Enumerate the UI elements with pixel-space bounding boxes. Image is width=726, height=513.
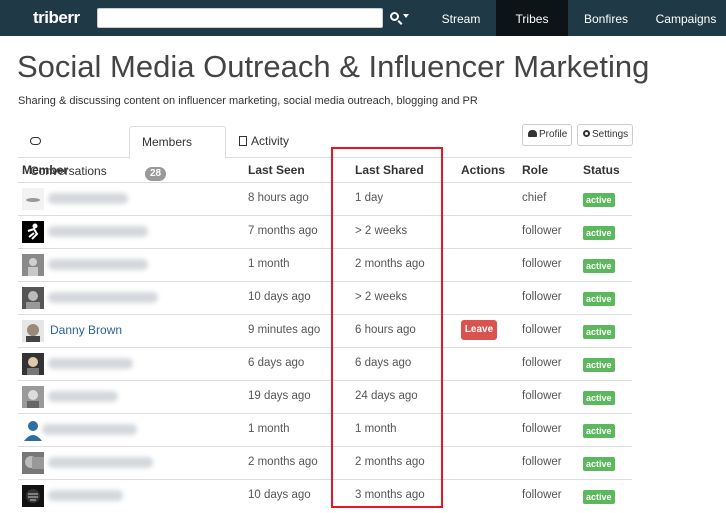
chevron-down-icon bbox=[403, 14, 409, 18]
member-name-blurred[interactable] bbox=[48, 457, 153, 468]
status-badge: active bbox=[583, 391, 615, 405]
role: follower bbox=[522, 324, 562, 336]
tab-label: Members bbox=[142, 135, 193, 149]
avatar[interactable] bbox=[22, 386, 44, 408]
member-name-blurred[interactable] bbox=[48, 292, 158, 303]
avatar[interactable] bbox=[22, 353, 44, 375]
avatar[interactable] bbox=[22, 221, 44, 243]
last-seen: 1 month bbox=[248, 423, 290, 435]
document-icon bbox=[239, 136, 247, 146]
status-badge: active bbox=[583, 490, 615, 504]
members-count-badge: 28 bbox=[145, 167, 167, 181]
member-name-blurred[interactable] bbox=[42, 424, 137, 435]
avatar[interactable] bbox=[22, 188, 44, 210]
avatar[interactable] bbox=[22, 320, 44, 342]
last-seen: 10 days ago bbox=[248, 291, 311, 303]
comments-icon bbox=[30, 137, 41, 145]
header-status[interactable]: Status bbox=[583, 163, 620, 177]
search-button[interactable] bbox=[390, 9, 409, 23]
table-row: 19 days ago 24 days ago follower active bbox=[18, 380, 632, 413]
triberr-logo[interactable]: triberr bbox=[33, 8, 80, 28]
tab-members[interactable]: Members 28 bbox=[129, 126, 226, 181]
table-row: 2 months ago 2 months ago follower activ… bbox=[18, 446, 632, 479]
table-row: 6 days ago 6 days ago follower active bbox=[18, 347, 632, 380]
member-name-blurred[interactable] bbox=[48, 259, 148, 270]
search-icon bbox=[390, 12, 399, 21]
role: follower bbox=[522, 456, 562, 468]
tab-label: Activity bbox=[251, 134, 290, 148]
last-seen: 19 days ago bbox=[248, 390, 311, 402]
table-row: 1 month 1 month follower active bbox=[18, 413, 632, 446]
member-name-blurred[interactable] bbox=[48, 391, 118, 402]
table-row: 10 days ago 3 months ago follower active bbox=[18, 479, 632, 512]
table-row: 8 hours ago 1 day chief active bbox=[18, 182, 632, 215]
role: follower bbox=[522, 390, 562, 402]
header-role[interactable]: Role bbox=[522, 163, 548, 177]
last-seen: 7 months ago bbox=[248, 225, 318, 237]
settings-button[interactable]: Settings bbox=[577, 124, 633, 146]
last-seen: 8 hours ago bbox=[248, 192, 309, 204]
leave-button[interactable]: Leave bbox=[461, 320, 497, 340]
member-name-link[interactable]: Danny Brown bbox=[50, 323, 122, 337]
button-label: Settings bbox=[592, 129, 629, 140]
member-name-blurred[interactable] bbox=[48, 226, 148, 237]
nav-tribes[interactable]: Tribes bbox=[496, 0, 568, 36]
nav-bonfires[interactable]: Bonfires bbox=[568, 0, 644, 36]
status-badge: active bbox=[583, 457, 615, 471]
table-row: Danny Brown 9 minutes ago 6 hours ago Le… bbox=[18, 314, 632, 347]
last-seen: 2 months ago bbox=[248, 456, 318, 468]
page-title: Social Media Outreach & Influencer Marke… bbox=[17, 49, 650, 84]
top-navbar: triberr Stream Tribes Bonfires Campaigns bbox=[0, 0, 726, 36]
avatar[interactable] bbox=[22, 254, 44, 276]
header-last-seen[interactable]: Last Seen bbox=[248, 163, 305, 177]
last-seen: 9 minutes ago bbox=[248, 324, 321, 336]
status-badge: active bbox=[583, 358, 615, 372]
role: chief bbox=[522, 192, 547, 204]
member-name-blurred[interactable] bbox=[48, 490, 123, 501]
status-badge: active bbox=[583, 226, 615, 240]
last-shared-highlight-box bbox=[331, 147, 443, 508]
status-badge: active bbox=[583, 193, 615, 207]
status-badge: active bbox=[583, 259, 615, 273]
last-seen: 1 month bbox=[248, 258, 290, 270]
avatar[interactable] bbox=[22, 419, 44, 441]
status-badge: active bbox=[583, 325, 615, 339]
avatar[interactable] bbox=[22, 287, 44, 309]
avatar[interactable] bbox=[22, 452, 44, 474]
search-input[interactable] bbox=[97, 8, 383, 28]
table-row: 7 months ago > 2 weeks follower active bbox=[18, 215, 632, 248]
last-seen: 10 days ago bbox=[248, 489, 311, 501]
profile-button[interactable]: Profile bbox=[522, 124, 572, 146]
button-label: Profile bbox=[539, 129, 568, 140]
page-subtitle: Sharing & discussing content on influenc… bbox=[18, 95, 478, 107]
header-actions: Actions bbox=[461, 163, 506, 177]
role: follower bbox=[522, 258, 562, 270]
table-row: 10 days ago > 2 weeks follower active bbox=[18, 281, 632, 314]
tab-conversations[interactable]: Conversations bbox=[18, 126, 128, 178]
status-badge: active bbox=[583, 292, 615, 306]
users-icon bbox=[528, 130, 537, 137]
member-name-blurred[interactable] bbox=[48, 193, 128, 204]
role: follower bbox=[522, 225, 562, 237]
logo-text: triberr bbox=[33, 8, 80, 27]
header-member[interactable]: Member bbox=[22, 163, 68, 177]
avatar[interactable] bbox=[22, 485, 44, 507]
last-seen: 6 days ago bbox=[248, 357, 305, 369]
table-row: 1 month 2 months ago follower active bbox=[18, 248, 632, 281]
role: follower bbox=[522, 291, 562, 303]
gear-icon bbox=[583, 130, 590, 137]
role: follower bbox=[522, 423, 562, 435]
status-badge: active bbox=[583, 424, 615, 438]
nav-campaigns[interactable]: Campaigns bbox=[646, 0, 726, 36]
nav-stream[interactable]: Stream bbox=[428, 0, 494, 36]
tab-activity[interactable]: Activity bbox=[227, 126, 307, 158]
role: follower bbox=[522, 489, 562, 501]
member-name-blurred[interactable] bbox=[48, 358, 133, 369]
role: follower bbox=[522, 357, 562, 369]
